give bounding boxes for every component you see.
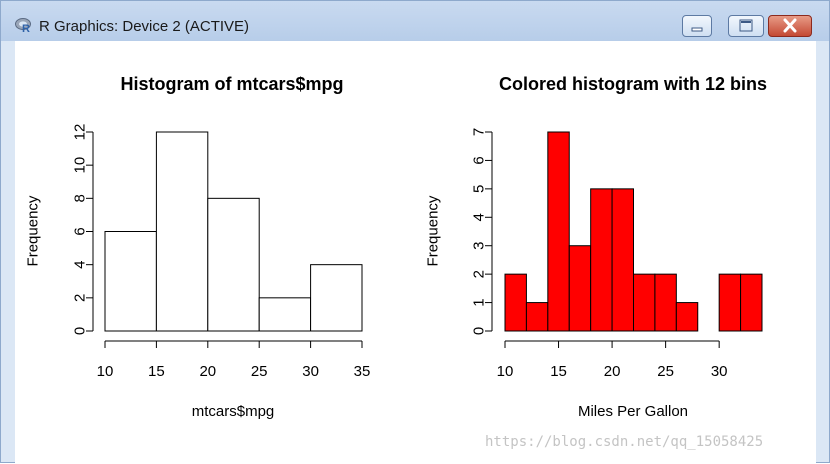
chart1-x-tick-label: 25 (251, 363, 268, 380)
chart1-x-tick-label: 15 (148, 363, 165, 380)
minimize-icon (691, 27, 703, 32)
chart1-y-axis-label: Frequency (25, 195, 42, 266)
chart1-bar (258, 297, 312, 332)
chart1-y-tick-label: 2 (72, 294, 89, 302)
chart1-x-tick-label: 30 (302, 363, 319, 380)
chart2-y-tick-label: 2 (471, 270, 488, 278)
close-button[interactable] (768, 15, 812, 37)
chart2-x-tick-label: 20 (604, 363, 621, 380)
watermark-text: https://blog.csdn.net/qq_15058425 (485, 434, 764, 450)
svg-text:R: R (22, 23, 30, 34)
histogram-plots: Histogram of mtcars$mpg10 15 20 25 30 3502468… (25, 74, 768, 420)
chart1-bar (207, 197, 260, 332)
r-graphics-window: R R Graphics: Device 2 (ACTIVE) Histogra… (0, 0, 830, 464)
chart1-bar (104, 231, 157, 332)
chart1-x-axis-label: mtcars$mpg (192, 403, 275, 420)
chart2-x-tick-label: 10 (497, 363, 514, 380)
chart2-y-tick-label: 0 (471, 327, 488, 335)
chart1-y-tick-label: 0 (72, 327, 89, 335)
chart2-x-axis-label: Miles Per Gallon (578, 403, 688, 420)
chart2-bar (718, 273, 742, 332)
chart2-bar (611, 188, 634, 332)
chart2-y-tick-label: 5 (471, 185, 488, 193)
chart2-y-axis-label: Frequency (425, 195, 442, 266)
chart1-y-tick-label: 8 (72, 194, 89, 202)
chart1-y-tick-label: 6 (72, 227, 89, 235)
chart1-title: Histogram of mtcars$mpg (120, 74, 343, 94)
chart2-bar (590, 188, 613, 332)
chart2-y-tick-label: 3 (471, 242, 488, 250)
chart1-y-tick-label: 10 (72, 157, 89, 174)
minimize-button[interactable] (682, 15, 712, 37)
plot-area: Histogram of mtcars$mpg 10 15 20 25 30 35 0 2 4 6 8… (15, 41, 816, 464)
chart2-bar (633, 273, 656, 332)
chart2-y-tick-label: 4 (471, 213, 488, 221)
chart2-title: Colored histogram with 12 bins (499, 74, 767, 94)
chart2-x-tick-label: 30 (711, 363, 728, 380)
chart1-y-tick-label: 4 (72, 260, 89, 268)
chart2-bar (547, 131, 570, 332)
chart1-bar (155, 131, 209, 332)
chart2-bar (504, 273, 527, 332)
chart1-x-tick-label: 10 (97, 363, 114, 380)
chart2-bar (654, 273, 677, 332)
chart2-bar (675, 302, 699, 332)
chart2-bar (740, 273, 763, 332)
chart2-y-tick-label: 7 (471, 128, 488, 136)
chart1-bar (310, 264, 363, 332)
maximize-button[interactable] (728, 15, 764, 37)
chart1-y-tick-label: 12 (72, 124, 89, 141)
chart1-x-tick-label: 35 (354, 363, 371, 380)
chart1-x-tick-label: 20 (199, 363, 216, 380)
title-bar[interactable]: R R Graphics: Device 2 (ACTIVE) (1, 1, 829, 41)
chart2-x-tick-label: 15 (550, 363, 567, 380)
chart2-y-tick-label: 1 (471, 298, 488, 306)
chart2-bar (568, 245, 592, 332)
chart2-bar (525, 302, 549, 332)
chart2-x-tick-label: 25 (657, 363, 674, 380)
maximize-icon (739, 19, 753, 32)
r-logo-icon: R (15, 18, 31, 34)
close-icon (783, 18, 797, 33)
window-title: R Graphics: Device 2 (ACTIVE) (39, 18, 250, 35)
chart2-y-tick-label: 6 (471, 156, 488, 164)
